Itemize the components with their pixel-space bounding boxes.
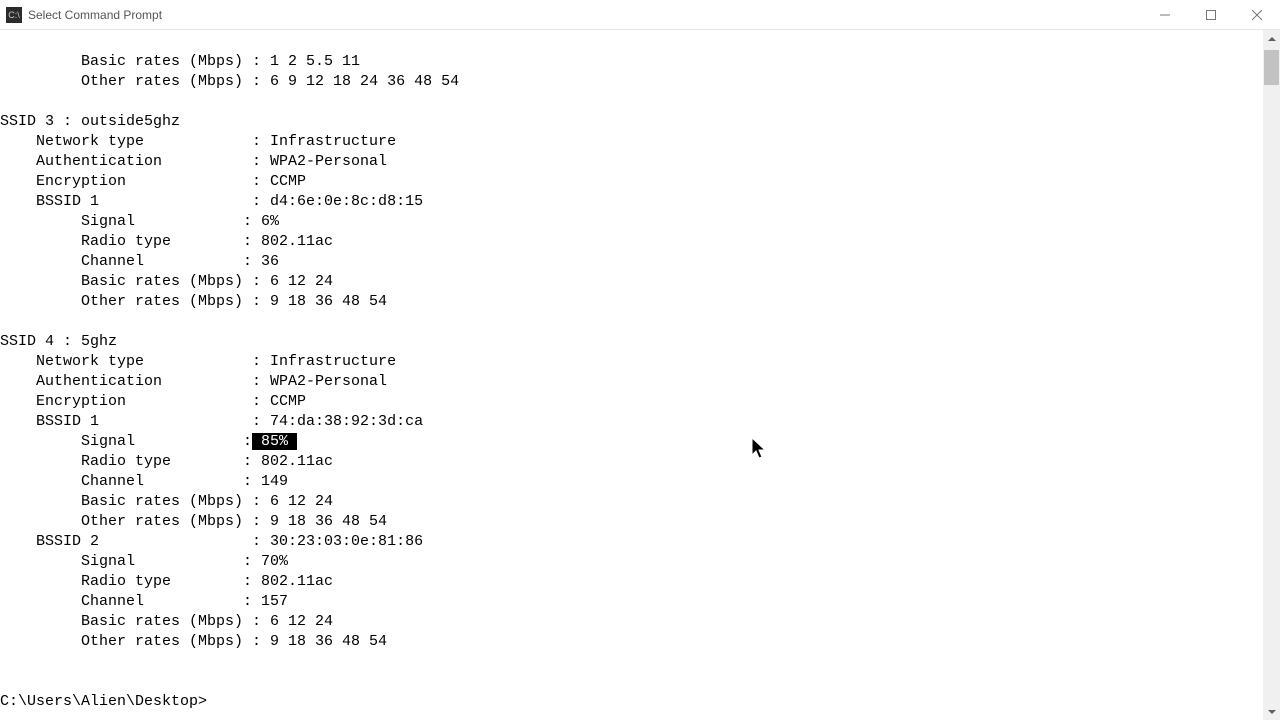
output-line: BSSID 1 : 74:da:38:92:3d:ca [0,413,423,430]
window-title: Select Command Prompt [28,8,162,22]
window-titlebar: C:\ Select Command Prompt [0,0,1280,30]
output-line: Other rates (Mbps) : 6 9 12 18 24 36 48 … [0,73,459,90]
blank-line [0,93,9,110]
output-line: Channel : 157 [0,593,288,610]
ssid-header: SSID 4 : 5ghz [0,333,117,350]
output-line: Network type : Infrastructure [0,353,396,370]
maximize-button[interactable] [1188,0,1234,29]
blank-line [0,653,9,670]
output-line: Authentication : WPA2-Personal [0,373,387,390]
output-line: Radio type : 802.11ac [0,573,333,590]
output-line: Encryption : CCMP [0,173,306,190]
output-line: Authentication : WPA2-Personal [0,153,387,170]
output-line: Encryption : CCMP [0,393,306,410]
blank-line [0,673,9,690]
output-line: Other rates (Mbps) : 9 18 36 48 54 [0,293,387,310]
blank-line [0,313,9,330]
output-line: Basic rates (Mbps) : 6 12 24 [0,273,333,290]
vertical-scrollbar[interactable] [1263,30,1280,720]
output-line: Signal : 6% [0,213,279,230]
output-line: Channel : 36 [0,253,279,270]
scroll-up-button[interactable] [1263,30,1280,47]
output-line: Basic rates (Mbps) : 6 12 24 [0,613,333,630]
output-line: Signal : 85% [0,433,297,450]
minimize-button[interactable] [1142,0,1188,29]
window-controls [1142,0,1280,29]
output-line: Basic rates (Mbps) : 1 2 5.5 11 [0,53,360,70]
output-line: Network type : Infrastructure [0,133,396,150]
output-line: BSSID 2 : 30:23:03:0e:81:86 [0,533,423,550]
output-line: Radio type : 802.11ac [0,233,333,250]
output-line: Basic rates (Mbps) : 6 12 24 [0,493,333,510]
output-line: Channel : 149 [0,473,288,490]
selected-text: 85% [252,433,297,450]
scroll-thumb[interactable] [1264,50,1279,85]
output-line: Other rates (Mbps) : 9 18 36 48 54 [0,513,387,530]
output-line: Other rates (Mbps) : 9 18 36 48 54 [0,633,387,650]
output-line: Signal : 70% [0,553,288,570]
output-line: BSSID 1 : d4:6e:0e:8c:d8:15 [0,193,423,210]
terminal-output[interactable]: Basic rates (Mbps) : 1 2 5.5 11 Other ra… [0,30,1263,720]
prompt-line[interactable]: C:\Users\Alien\Desktop> [0,693,207,710]
close-button[interactable] [1234,0,1280,29]
cmd-icon: C:\ [6,7,22,23]
output-line: Radio type : 802.11ac [0,453,333,470]
ssid-header: SSID 3 : outside5ghz [0,113,180,130]
scroll-down-button[interactable] [1263,703,1280,720]
